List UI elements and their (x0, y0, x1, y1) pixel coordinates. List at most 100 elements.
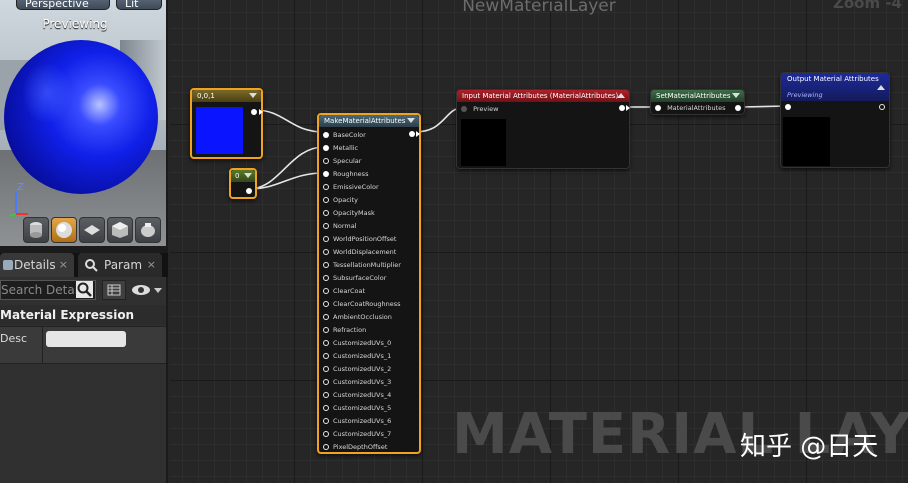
input-pin[interactable] (323, 327, 329, 333)
input-pin-row[interactable]: CustomizedUVs_3 (323, 376, 391, 389)
node-constant[interactable]: 0 (229, 168, 257, 199)
input-pin[interactable] (323, 184, 329, 190)
input-pin[interactable] (323, 145, 329, 151)
pin-label: TessellationMultiplier (333, 261, 401, 269)
node-input-material-attributes[interactable]: Input Material Attributes (MaterialAttri… (456, 89, 630, 169)
pin-label: BaseColor (333, 131, 366, 139)
material-attributes-pin-row[interactable]: MaterialAttributes (655, 102, 726, 115)
input-pin[interactable] (323, 171, 329, 177)
input-pin-row[interactable]: PixelDepthOffset (323, 441, 387, 454)
input-pin-row[interactable]: CustomizedUVs_6 (323, 415, 391, 428)
input-pin-row[interactable]: Refraction (323, 324, 366, 337)
input-pin-row[interactable]: CustomizedUVs_2 (323, 363, 391, 376)
output-pin[interactable] (409, 131, 415, 137)
input-pin-row[interactable]: Normal (323, 220, 357, 233)
input-pin[interactable] (323, 392, 329, 398)
node-title: 0 (231, 170, 255, 182)
sphere-preview-button[interactable] (51, 217, 77, 243)
material-graph-canvas[interactable]: NewMaterialLayer Zoom -4 MATERIAL LAYER … (170, 0, 908, 483)
tab-details[interactable]: Details × (0, 253, 74, 277)
collapse-icon[interactable] (732, 93, 740, 98)
input-pin[interactable] (323, 366, 329, 372)
collapse-icon[interactable] (617, 93, 625, 98)
input-pin[interactable] (323, 249, 329, 255)
input-pin[interactable] (323, 340, 329, 346)
node-constant3vector[interactable]: 0,0,1 (190, 88, 263, 159)
input-pin-row[interactable]: EmissiveColor (323, 181, 379, 194)
input-pin[interactable] (323, 132, 329, 138)
section-material-expression[interactable]: Material Expression (0, 305, 166, 325)
pin-label: PixelDepthOffset (333, 443, 388, 451)
desc-input[interactable] (46, 331, 126, 347)
input-pin[interactable] (655, 105, 661, 111)
input-pin[interactable] (461, 106, 467, 112)
collapse-icon[interactable] (249, 93, 257, 98)
input-pin-row[interactable]: Specular (323, 155, 361, 168)
input-pin[interactable] (323, 236, 329, 242)
node-title-text: 0 (235, 172, 240, 180)
input-pin-row[interactable]: ClearCoat (323, 285, 365, 298)
close-icon[interactable]: × (59, 253, 68, 277)
search-icon[interactable] (76, 281, 93, 298)
close-icon[interactable]: × (147, 253, 156, 277)
input-pin-row[interactable]: CustomizedUVs_7 (323, 428, 391, 441)
input-pin-row[interactable]: AmbientOcclusion (323, 311, 392, 324)
input-pin[interactable] (323, 444, 329, 450)
perspective-button[interactable]: Perspective (16, 0, 110, 10)
pin-label: CustomizedUVs_3 (333, 378, 392, 386)
input-pin[interactable] (323, 301, 329, 307)
lit-button[interactable]: Lit (116, 0, 162, 10)
collapse-icon[interactable] (244, 173, 252, 178)
input-pin-row[interactable]: CustomizedUVs_1 (323, 350, 391, 363)
output-pin[interactable] (246, 188, 252, 194)
input-pin-row[interactable]: WorldPositionOffset (323, 233, 396, 246)
input-pin-row[interactable]: ClearCoatRoughness (323, 298, 401, 311)
input-pin[interactable] (323, 262, 329, 268)
input-pin[interactable] (323, 210, 329, 216)
input-pin[interactable] (323, 353, 329, 359)
input-pin[interactable] (323, 288, 329, 294)
input-pin-row[interactable]: Metallic (323, 142, 358, 155)
pin-label: OpacityMask (333, 209, 375, 217)
output-pin[interactable] (879, 104, 885, 110)
eye-icon[interactable] (130, 281, 164, 299)
input-pin-row[interactable]: OpacityMask (323, 207, 375, 220)
property-matrix-button[interactable] (102, 280, 126, 300)
input-pin-row[interactable]: CustomizedUVs_0 (323, 337, 391, 350)
input-pin-row[interactable]: SubsurfaceColor (323, 272, 386, 285)
node-output-material-attributes[interactable]: Output Material Attributes Previewing (780, 72, 890, 168)
cylinder-preview-button[interactable] (23, 217, 49, 243)
input-pin-row[interactable]: Opacity (323, 194, 358, 207)
material-preview-viewport[interactable]: Perspective Lit Previewing Z (0, 0, 166, 246)
input-pin[interactable] (323, 158, 329, 164)
output-pin[interactable] (735, 105, 741, 111)
pin-label: EmissiveColor (333, 183, 379, 191)
input-pin[interactable] (785, 104, 791, 110)
output-pin[interactable] (251, 109, 257, 115)
tab-parameters[interactable]: Param × (78, 253, 162, 277)
custom-mesh-preview-button[interactable] (135, 217, 161, 243)
input-pin-row[interactable]: WorldDisplacement (323, 246, 396, 259)
input-pin[interactable] (323, 379, 329, 385)
input-pin[interactable] (323, 405, 329, 411)
node-set-material-attributes[interactable]: SetMaterialAttributes MaterialAttributes (650, 89, 745, 115)
input-pin[interactable] (323, 197, 329, 203)
input-pin-row[interactable]: TessellationMultiplier (323, 259, 401, 272)
cube-preview-button[interactable] (107, 217, 133, 243)
input-pin[interactable] (323, 275, 329, 281)
input-pin[interactable] (323, 418, 329, 424)
input-pin-row[interactable]: CustomizedUVs_5 (323, 402, 391, 415)
input-pin[interactable] (323, 223, 329, 229)
node-make-material-attributes[interactable]: MakeMaterialAttributes BaseColor Metallic… (317, 113, 421, 454)
input-pin-row[interactable]: Roughness (323, 168, 368, 181)
input-pin-row[interactable]: CustomizedUVs_4 (323, 389, 391, 402)
plane-preview-button[interactable] (79, 217, 105, 243)
collapse-icon[interactable] (407, 118, 415, 123)
output-pin[interactable] (619, 105, 625, 111)
collapse-icon[interactable] (877, 85, 885, 90)
input-pin[interactable] (323, 431, 329, 437)
preview-pin-row[interactable]: Preview (461, 103, 498, 116)
input-pin-row[interactable]: BaseColor (323, 129, 366, 142)
output-arrow-icon (626, 105, 630, 111)
input-pin[interactable] (323, 314, 329, 320)
